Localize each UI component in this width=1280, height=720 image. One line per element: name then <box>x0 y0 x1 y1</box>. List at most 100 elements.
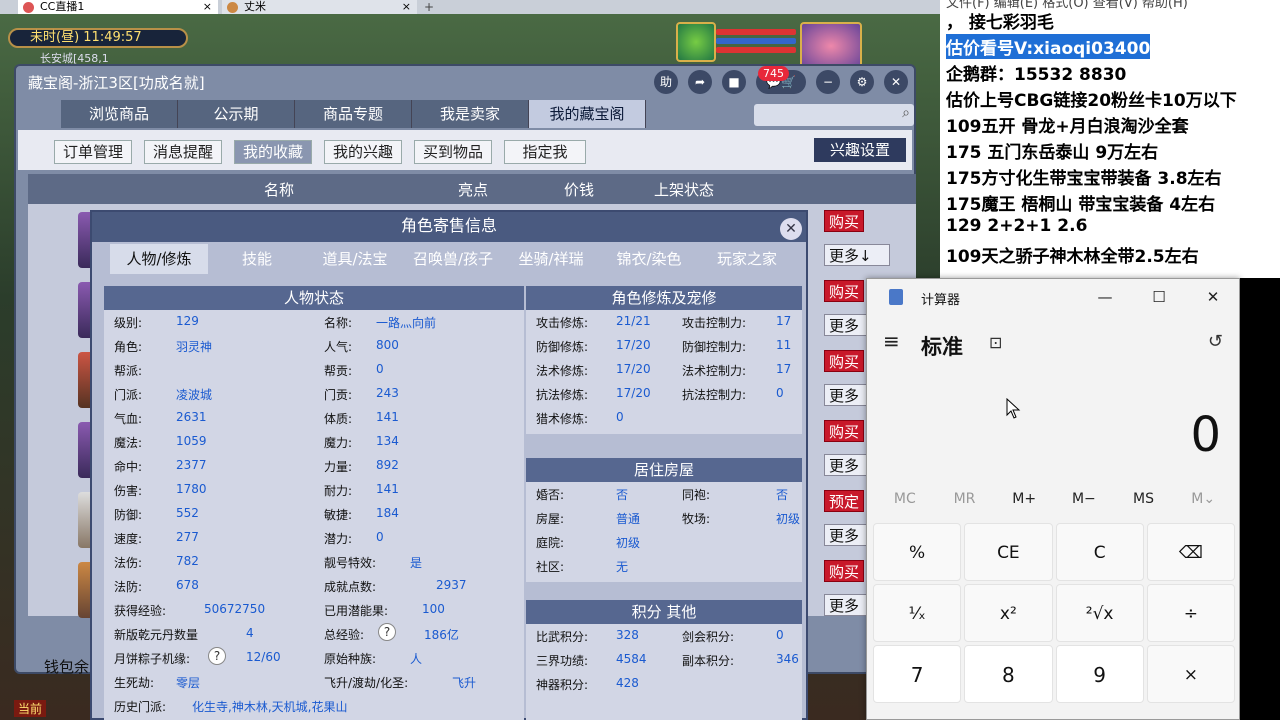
help-icon[interactable]: 助 <box>654 70 678 94</box>
tab-browse[interactable]: 浏览商品 <box>61 100 178 128</box>
buy-button[interactable]: 购买 <box>824 350 864 372</box>
buy-button[interactable]: 购买 <box>824 210 864 232</box>
stat-row: 原始种族: 人 <box>324 650 422 667</box>
browser-tab-2[interactable]: 丈米 × <box>222 0 417 14</box>
buy-button[interactable]: 购买 <box>824 280 864 302</box>
interests-button[interactable]: 我的兴趣 <box>324 140 403 164</box>
favorites-button[interactable]: 我的收藏 <box>234 140 313 164</box>
stat-value: 0 <box>376 362 384 376</box>
stat-label: 防御: <box>114 508 143 522</box>
stat-value: 428 <box>616 676 639 690</box>
stat-row: 神器积分: 428 <box>536 676 639 693</box>
stat-label: 人气: <box>324 340 353 354</box>
stat-value: 初级 <box>776 512 801 526</box>
tab-skills[interactable]: 技能 <box>208 244 306 274</box>
tab-character[interactable]: 人物/修炼 <box>110 244 208 274</box>
tab-home[interactable]: 玩家之家 <box>698 244 796 274</box>
stat-label: 同袍: <box>682 488 711 502</box>
tab-seller[interactable]: 我是卖家 <box>412 100 529 128</box>
search-icon[interactable]: ⌕ <box>902 105 910 121</box>
status-bars <box>716 26 796 56</box>
tab-outfits[interactable]: 锦衣/染色 <box>600 244 698 274</box>
window-title: 藏宝阁-浙江3区[功成名就] <box>28 74 205 92</box>
overlay-line: 129 2+2+1 2.6 <box>946 216 1088 236</box>
player-portrait[interactable] <box>800 22 862 70</box>
minimize-icon[interactable]: — <box>1091 285 1119 309</box>
calc-mode-label: 标准 <box>921 335 963 359</box>
calc-key[interactable]: × <box>1146 645 1235 703</box>
stat-row: 同袍: 否 <box>682 486 788 503</box>
pet-portrait[interactable] <box>676 22 716 62</box>
calc-key[interactable]: C <box>1055 523 1144 581</box>
stat-label: 攻击控制力: <box>682 316 747 330</box>
calc-key[interactable]: 9 <box>1055 645 1144 703</box>
help-icon[interactable]: ? <box>208 647 226 665</box>
stat-value: 2937 <box>436 578 467 592</box>
keep-on-top-icon[interactable]: ⊡ <box>989 333 1002 352</box>
close-icon[interactable]: ✕ <box>780 218 802 240</box>
calc-key[interactable]: x² <box>964 584 1053 642</box>
buy-button[interactable]: 购买 <box>824 420 864 442</box>
new-tab-button[interactable]: + <box>424 0 434 14</box>
stat-label: 命中: <box>114 460 143 474</box>
stop-icon[interactable]: ■ <box>722 70 746 94</box>
calc-key[interactable]: ÷ <box>1146 584 1235 642</box>
tab-mounts[interactable]: 坐骑/祥瑞 <box>502 244 600 274</box>
stat-label: 生死劫: <box>114 676 155 690</box>
calc-key[interactable]: CE <box>964 523 1053 581</box>
stat-row: 新版乾元丹数量 4 <box>114 626 254 643</box>
tab-items[interactable]: 道具/法宝 <box>306 244 404 274</box>
memory-5-button[interactable]: MS <box>1114 491 1174 507</box>
memory-3-button[interactable]: M+ <box>994 491 1054 507</box>
stat-row: 力量: 892 <box>324 458 399 475</box>
maximize-icon[interactable]: ☐ <box>1145 285 1173 309</box>
tab-publicity[interactable]: 公示期 <box>178 100 295 128</box>
calc-key[interactable]: 8 <box>964 645 1053 703</box>
close-icon[interactable]: × <box>402 0 411 14</box>
stat-label: 门派: <box>114 388 143 402</box>
menu-icon[interactable]: ≡ <box>883 329 900 353</box>
buy-button[interactable]: 购买 <box>824 560 864 582</box>
help-icon[interactable]: ? <box>378 623 396 641</box>
gear-icon[interactable]: ⚙ <box>850 70 874 94</box>
stat-row: 飞升/渡劫/化圣: 飞升 <box>324 674 476 691</box>
calc-key[interactable]: ²√x <box>1055 584 1144 642</box>
browser-tab-1[interactable]: CC直播1 × <box>18 0 218 14</box>
assigned-button[interactable]: 指定我 <box>504 140 586 164</box>
reserve-button[interactable]: 预定 <box>824 490 864 512</box>
memory-4-button[interactable]: M− <box>1054 491 1114 507</box>
tab-pets[interactable]: 召唤兽/孩子 <box>404 244 502 274</box>
calc-key[interactable]: ¹⁄ₓ <box>873 584 962 642</box>
calc-display: 0 <box>1190 407 1221 463</box>
share-icon[interactable]: ➦ <box>688 70 712 94</box>
history-icon[interactable]: ↺ <box>1208 331 1223 352</box>
stat-label: 获得经验: <box>114 604 167 618</box>
close-icon[interactable]: ✕ <box>884 70 908 94</box>
stat-value: 17 <box>776 362 792 376</box>
calc-key[interactable]: ⌫ <box>1146 523 1235 581</box>
stat-label: 比武积分: <box>536 630 589 644</box>
calc-key[interactable]: % <box>873 523 962 581</box>
message-button[interactable]: 消息提醒 <box>144 140 223 164</box>
interest-settings-button[interactable]: 兴趣设置 <box>814 138 906 162</box>
memory-2-button[interactable]: MR <box>935 491 995 507</box>
stat-value: 4 <box>246 626 254 640</box>
bought-button[interactable]: 买到物品 <box>414 140 493 164</box>
more-button[interactable]: 更多↓ <box>824 244 890 266</box>
stat-label: 新版乾元丹数量 <box>114 628 199 642</box>
close-icon[interactable]: × <box>203 0 212 14</box>
calc-key[interactable]: 7 <box>873 645 962 703</box>
order-button[interactable]: 订单管理 <box>54 140 133 164</box>
stat-row: 名称: 一路灬向前 <box>324 314 436 331</box>
tab-topics[interactable]: 商品专题 <box>295 100 412 128</box>
memory-1-button[interactable]: MC <box>875 491 935 507</box>
stat-row: 伤害: 1780 <box>114 482 207 499</box>
search-input[interactable]: ⌕ <box>754 104 914 126</box>
tab-my-cbg[interactable]: 我的藏宝阁 <box>529 100 646 128</box>
close-icon[interactable]: ✕ <box>1199 285 1227 309</box>
minimize-icon[interactable]: − <box>816 70 840 94</box>
memory-6-button[interactable]: M⌄ <box>1173 491 1233 507</box>
stat-label: 角色: <box>114 340 143 354</box>
stat-row: 社区: 无 <box>536 558 628 575</box>
mouse-cursor-icon <box>1006 398 1021 419</box>
